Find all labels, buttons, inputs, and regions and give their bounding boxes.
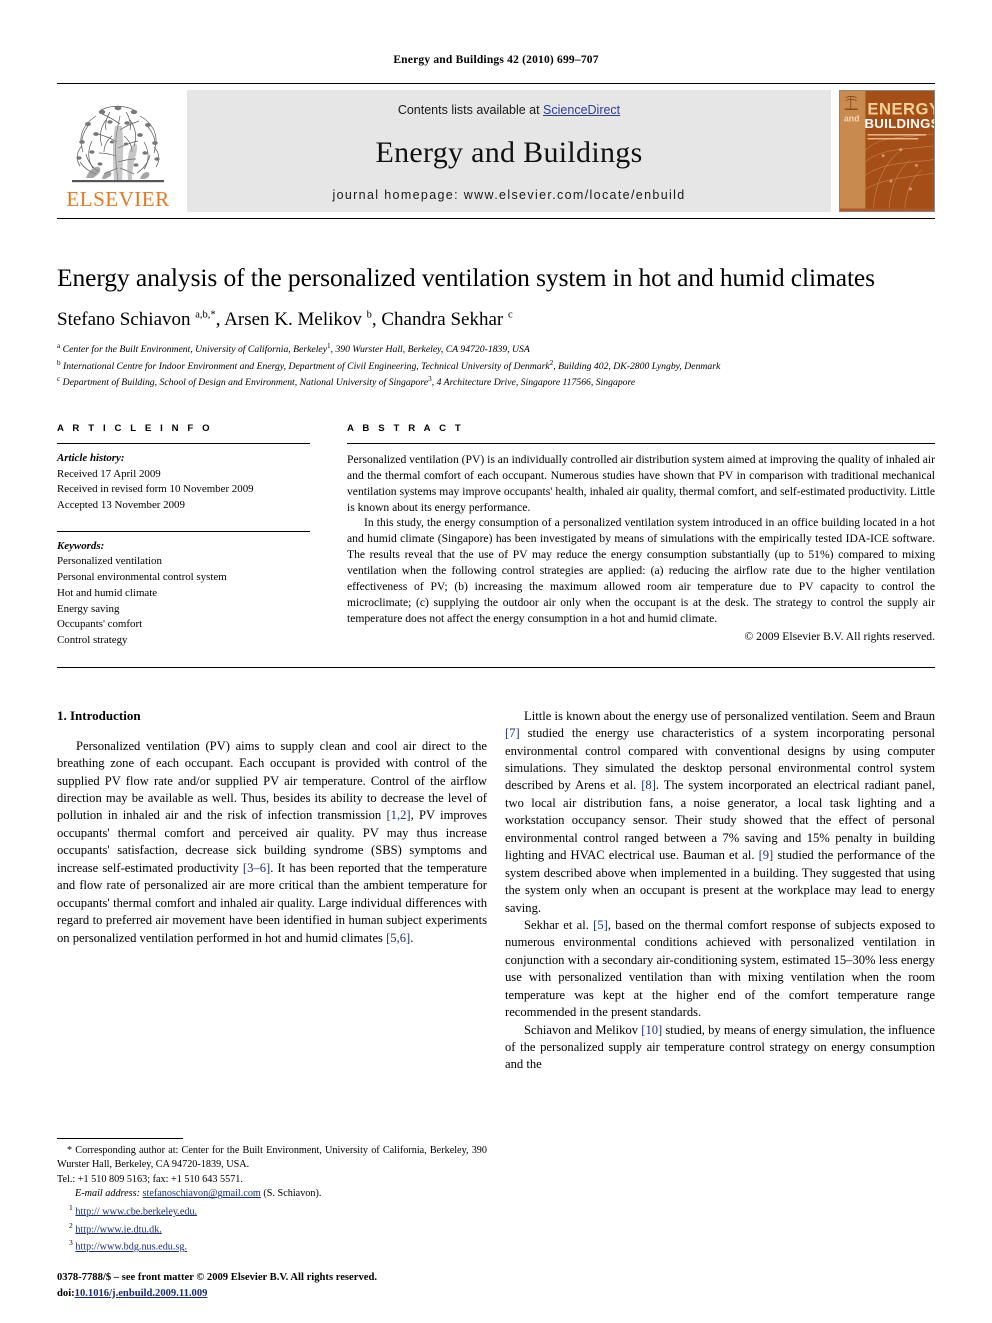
abstract-text: Personalized ventilation (PV) is an indi… (347, 452, 935, 645)
history-item: Received 17 April 2009 (57, 467, 161, 480)
keyword-item: Hot and humid climate (57, 586, 158, 599)
running-head: Energy and Buildings 42 (2010) 699–707 (393, 54, 599, 66)
footnote-number: 1 (69, 1202, 73, 1212)
abstract-column: A B S T R A C T Personalized ventilation… (347, 423, 935, 649)
body-column-gap (487, 708, 505, 1074)
history-item: Accepted 13 November 2009 (57, 499, 185, 512)
elsevier-tree-icon (72, 105, 164, 183)
keyword-item: Occupants' comfort (57, 618, 143, 631)
footnote-rule (57, 1138, 183, 1139)
corresponding-author-note: * Corresponding author at: Center for th… (57, 1145, 487, 1171)
abstract-rule (347, 442, 935, 444)
body-columns: 1. Introduction Personalized ventilation… (57, 708, 935, 1074)
elsevier-logo: ELSEVIER (57, 90, 179, 212)
article-history-label: Article history: (57, 451, 125, 464)
info-abstract-block: A R T I C L E I N F O Article history: R… (57, 423, 935, 649)
article-info-heading: A R T I C L E I N F O (57, 422, 213, 434)
body-column-left: 1. Introduction Personalized ventilation… (57, 708, 487, 1074)
svg-text:and: and (844, 113, 860, 123)
keyword-item: Control strategy (57, 634, 128, 646)
footnote-link-item[interactable]: 2 http://www.ie.dtu.dk. (57, 1220, 487, 1238)
contents-prefix: Contents lists available at (397, 103, 544, 117)
cover-artwork: and ENERGY BUILDINGS (840, 91, 934, 209)
citation-ref[interactable]: [5,6] (386, 931, 410, 945)
body-paragraph: Little is known about the energy use of … (505, 708, 935, 915)
footnote-link-item[interactable]: 3 http://www.bdg.nus.edu.sg. (57, 1237, 487, 1255)
journal-cover-thumbnail: and ENERGY BUILDINGS (839, 90, 935, 212)
footnote-link-item[interactable]: 1 http:// www.cbe.berkeley.edu. (57, 1202, 487, 1220)
history-item: Received in revised form 10 November 200… (57, 483, 254, 496)
email-owner: (S. Schiavon). (263, 1188, 322, 1200)
contact-phone-note: Tel.: +1 510 809 5163; fax: +1 510 643 5… (57, 1173, 243, 1185)
keywords-label: Keywords: (57, 539, 105, 552)
body-paragraph: Sekhar et al. [5], based on the thermal … (505, 917, 935, 1020)
imprint-block: 0378-7788/$ – see front matter © 2009 El… (57, 1270, 487, 1301)
journal-header: ELSEVIER Contents lists available at Sci… (57, 90, 935, 212)
body-column-right: Little is known about the energy use of … (505, 708, 935, 1074)
body-left-paragraphs: Personalized ventilation (PV) aims to su… (57, 738, 487, 947)
author-list: Stefano Schiavon a,b,*, Arsen K. Melikov… (57, 309, 513, 331)
header-top-rule (57, 83, 935, 84)
affiliation-item: a Center for the Built Environment, Univ… (57, 342, 530, 356)
doi-link[interactable]: 10.1016/j.enbuild.2009.11.009 (75, 1288, 208, 1299)
article-info-rule (57, 442, 310, 444)
journal-banner: Contents lists available at ScienceDirec… (187, 90, 831, 212)
email-note: E-mail address: stefanoschiavon@gmail.co… (57, 1187, 487, 1201)
affiliation-list: a Center for the Built Environment, Univ… (57, 341, 935, 391)
corresponding-marker: * (67, 1145, 73, 1156)
section-heading-introduction: 1. Introduction (57, 707, 141, 723)
contents-line: Contents lists available at ScienceDirec… (398, 103, 620, 117)
page-title: Energy analysis of the personalized vent… (57, 263, 875, 292)
keyword-item: Personal environmental control system (57, 571, 227, 584)
email-link[interactable]: stefanoschiavon@gmail.com (143, 1188, 261, 1199)
abstract-heading: A B S T R A C T (347, 422, 464, 434)
footnote-url[interactable]: http://www.bdg.nus.edu.sg. (75, 1242, 187, 1253)
citation-ref[interactable]: [8] (641, 778, 656, 792)
elsevier-wordmark: ELSEVIER (66, 187, 170, 211)
citation-ref[interactable]: [7] (505, 726, 520, 740)
body-paragraph: Schiavon and Melikov [10] studied, by me… (505, 1022, 935, 1072)
abstract-bottom-rule (57, 666, 935, 668)
body-paragraph: Personalized ventilation (PV) aims to su… (57, 738, 487, 945)
body-right-paragraphs: Little is known about the energy use of … (505, 708, 935, 1074)
affiliation-item: c Department of Building, School of Desi… (57, 375, 636, 389)
citation-ref[interactable]: [3–6] (243, 861, 270, 875)
footnote-number: 3 (69, 1238, 73, 1248)
column-gap (310, 423, 347, 649)
email-label: E-mail address: (75, 1188, 140, 1200)
article-info-column: A R T I C L E I N F O Article history: R… (57, 423, 310, 649)
doi-line: doi:10.1016/j.enbuild.2009.11.009 (57, 1286, 487, 1301)
abstract-paragraph: Personalized ventilation (PV) is an indi… (347, 452, 935, 514)
journal-title: Energy and Buildings (375, 135, 643, 169)
keyword-item: Energy saving (57, 602, 120, 615)
citation-ref[interactable]: [1,2] (386, 808, 410, 822)
footnote-url[interactable]: http://www.ie.dtu.dk. (75, 1224, 162, 1235)
paper-page: Energy and Buildings 42 (2010) 699–707 E… (0, 0, 992, 1323)
doi-label: doi: (57, 1287, 75, 1299)
footnote-url[interactable]: http:// www.cbe.berkeley.edu. (75, 1206, 197, 1217)
abstract-copyright: © 2009 Elsevier B.V. All rights reserved… (744, 629, 935, 643)
header-bottom-rule (57, 218, 935, 219)
footnote-block: * Corresponding author at: Center for th… (57, 1138, 487, 1255)
sciencedirect-link[interactable]: ScienceDirect (543, 103, 620, 117)
journal-homepage-link[interactable]: journal homepage: www.elsevier.com/locat… (332, 188, 685, 202)
affiliation-item: b International Centre for Indoor Enviro… (57, 358, 721, 373)
keyword-item: Personalized ventilation (57, 555, 162, 568)
issn-line: 0378-7788/$ – see front matter © 2009 El… (57, 1272, 377, 1284)
citation-ref[interactable]: [10] (641, 1023, 662, 1037)
citation-ref[interactable]: [9] (759, 848, 774, 862)
svg-text:BUILDINGS: BUILDINGS (864, 116, 934, 131)
abstract-paragraph: In this study, the energy consumption of… (347, 516, 935, 625)
article-history: Article history: Received 17 April 2009 … (57, 451, 310, 514)
footnote-number: 2 (69, 1220, 73, 1230)
citation-ref[interactable]: [5] (593, 918, 608, 932)
keywords-rule (57, 530, 310, 532)
keywords-block: Keywords: Personalized ventilation Perso… (57, 539, 310, 649)
